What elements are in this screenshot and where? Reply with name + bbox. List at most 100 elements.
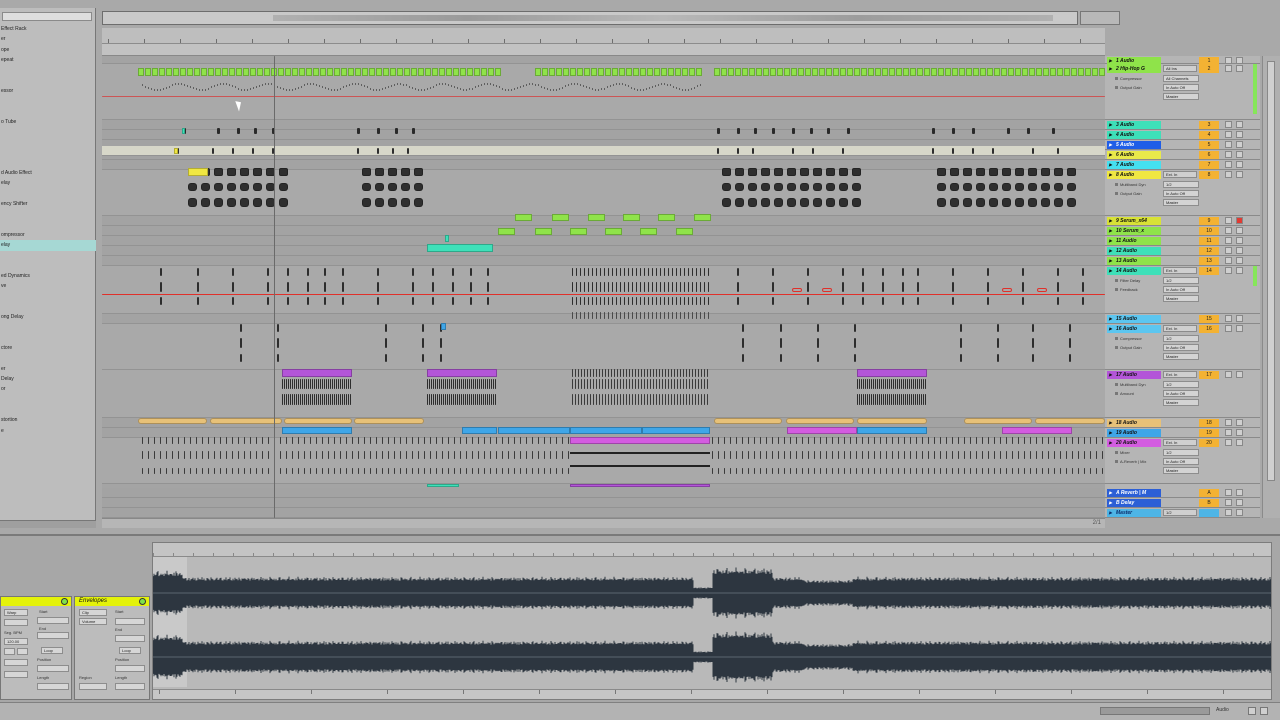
drum-hit[interactable] — [688, 312, 689, 319]
audio-clip[interactable] — [722, 183, 731, 191]
input-type-select[interactable]: Ext. In — [1163, 439, 1197, 446]
audio-clip[interactable] — [375, 168, 384, 176]
drum-hit[interactable] — [932, 148, 934, 154]
solo-button[interactable] — [1225, 257, 1232, 264]
audio-clip[interactable] — [1028, 183, 1037, 191]
drum-hit[interactable] — [453, 379, 454, 389]
drum-hit[interactable] — [449, 394, 450, 405]
drum-hit[interactable] — [287, 268, 289, 276]
audio-clip[interactable] — [882, 68, 888, 76]
drum-hit[interactable] — [1048, 451, 1049, 459]
sample-waveform-editor[interactable] — [152, 542, 1272, 700]
drum-hit[interactable] — [437, 379, 438, 389]
audio-clip[interactable] — [1015, 198, 1024, 207]
browser-item[interactable]: ong Delay — [0, 312, 96, 322]
audio-clip[interactable] — [950, 168, 959, 176]
track-activator-button[interactable]: 20 — [1199, 439, 1219, 447]
arm-button[interactable] — [1236, 499, 1243, 506]
drum-hit[interactable] — [638, 394, 639, 405]
audio-clip[interactable] — [284, 418, 352, 424]
drum-hit[interactable] — [664, 282, 665, 292]
audio-clip[interactable] — [362, 198, 371, 207]
scrollbar-thumb[interactable] — [1267, 61, 1275, 481]
beat-time-ruler[interactable] — [102, 44, 1105, 56]
drum-hit[interactable] — [958, 451, 959, 459]
drum-hit[interactable] — [581, 394, 582, 405]
drum-hit[interactable] — [394, 437, 395, 444]
audio-clip[interactable] — [819, 68, 825, 76]
drum-hit[interactable] — [902, 297, 904, 305]
drum-hit[interactable] — [671, 394, 672, 405]
audio-clip[interactable] — [348, 68, 354, 76]
drum-hit[interactable] — [712, 437, 713, 444]
drum-hit[interactable] — [441, 394, 442, 405]
track-activator-button[interactable]: 14 — [1199, 267, 1219, 275]
drum-hit[interactable] — [952, 128, 955, 134]
drum-hit[interactable] — [590, 394, 591, 405]
audio-clip[interactable] — [229, 68, 235, 76]
automation-device-select[interactable]: Output Gain — [1114, 344, 1158, 351]
drum-hit[interactable] — [628, 297, 629, 305]
drum-hit[interactable] — [197, 297, 199, 305]
drum-hit[interactable] — [312, 379, 313, 389]
drum-hit[interactable] — [656, 394, 657, 405]
drum-hit[interactable] — [467, 379, 468, 389]
arm-button[interactable] — [1236, 57, 1243, 64]
drum-hit[interactable] — [316, 468, 317, 474]
drum-hit[interactable] — [952, 268, 954, 276]
audio-clip[interactable] — [427, 369, 497, 377]
track-name[interactable]: 19 Audio — [1107, 429, 1161, 437]
drum-hit[interactable] — [1006, 451, 1007, 459]
overview-visible-region[interactable] — [273, 15, 1053, 21]
drum-hit[interactable] — [972, 128, 975, 134]
drum-hit[interactable] — [832, 468, 833, 474]
drum-hit[interactable] — [614, 379, 615, 389]
browser-item[interactable] — [0, 75, 96, 85]
drum-hit[interactable] — [987, 282, 989, 292]
drum-hit[interactable] — [310, 437, 311, 444]
audio-clip[interactable] — [1041, 168, 1050, 176]
drum-hit[interactable] — [478, 468, 479, 474]
track-lane[interactable] — [102, 508, 1105, 518]
routing-select[interactable]: In Auto Off — [1163, 286, 1199, 293]
audio-clip[interactable] — [812, 68, 818, 76]
drum-hit[interactable] — [736, 437, 737, 444]
audio-clip[interactable] — [857, 427, 927, 434]
drum-hit[interactable] — [604, 268, 605, 276]
audio-clip[interactable] — [173, 68, 179, 76]
drum-hit[interactable] — [584, 297, 585, 305]
audio-clip[interactable] — [868, 68, 874, 76]
drum-hit[interactable] — [214, 451, 215, 459]
midi-clip[interactable] — [445, 235, 449, 242]
drum-hit[interactable] — [635, 369, 636, 377]
drum-hit[interactable] — [668, 282, 669, 292]
drum-hit[interactable] — [708, 268, 709, 276]
drum-hit[interactable] — [922, 451, 923, 459]
drum-hit[interactable] — [844, 451, 845, 459]
track-activator-button[interactable]: 5 — [1199, 141, 1219, 149]
drum-hit[interactable] — [1066, 468, 1067, 474]
audio-clip[interactable] — [852, 198, 861, 207]
drum-hit[interactable] — [350, 394, 351, 405]
drum-hit[interactable] — [917, 394, 918, 405]
drum-hit[interactable] — [874, 437, 875, 444]
drum-hit[interactable] — [718, 451, 719, 459]
drum-hit[interactable] — [196, 451, 197, 459]
drum-hit[interactable] — [197, 282, 199, 292]
drum-hit[interactable] — [342, 379, 343, 389]
drum-hit[interactable] — [277, 354, 279, 362]
audio-clip[interactable] — [875, 68, 881, 76]
drum-hit[interactable] — [754, 437, 755, 444]
drum-hit[interactable] — [489, 394, 490, 405]
drum-hit[interactable] — [502, 451, 503, 459]
drum-hit[interactable] — [268, 468, 269, 474]
drum-hit[interactable] — [662, 369, 663, 377]
drum-hit[interactable] — [220, 468, 221, 474]
drum-hit[interactable] — [952, 148, 954, 154]
drum-hit[interactable] — [940, 468, 941, 474]
drum-hit[interactable] — [572, 282, 573, 292]
drum-hit[interactable] — [647, 369, 648, 377]
audio-clip[interactable] — [369, 68, 375, 76]
audio-clip[interactable] — [138, 418, 207, 424]
track-name[interactable]: A Reverb | M — [1107, 489, 1161, 497]
